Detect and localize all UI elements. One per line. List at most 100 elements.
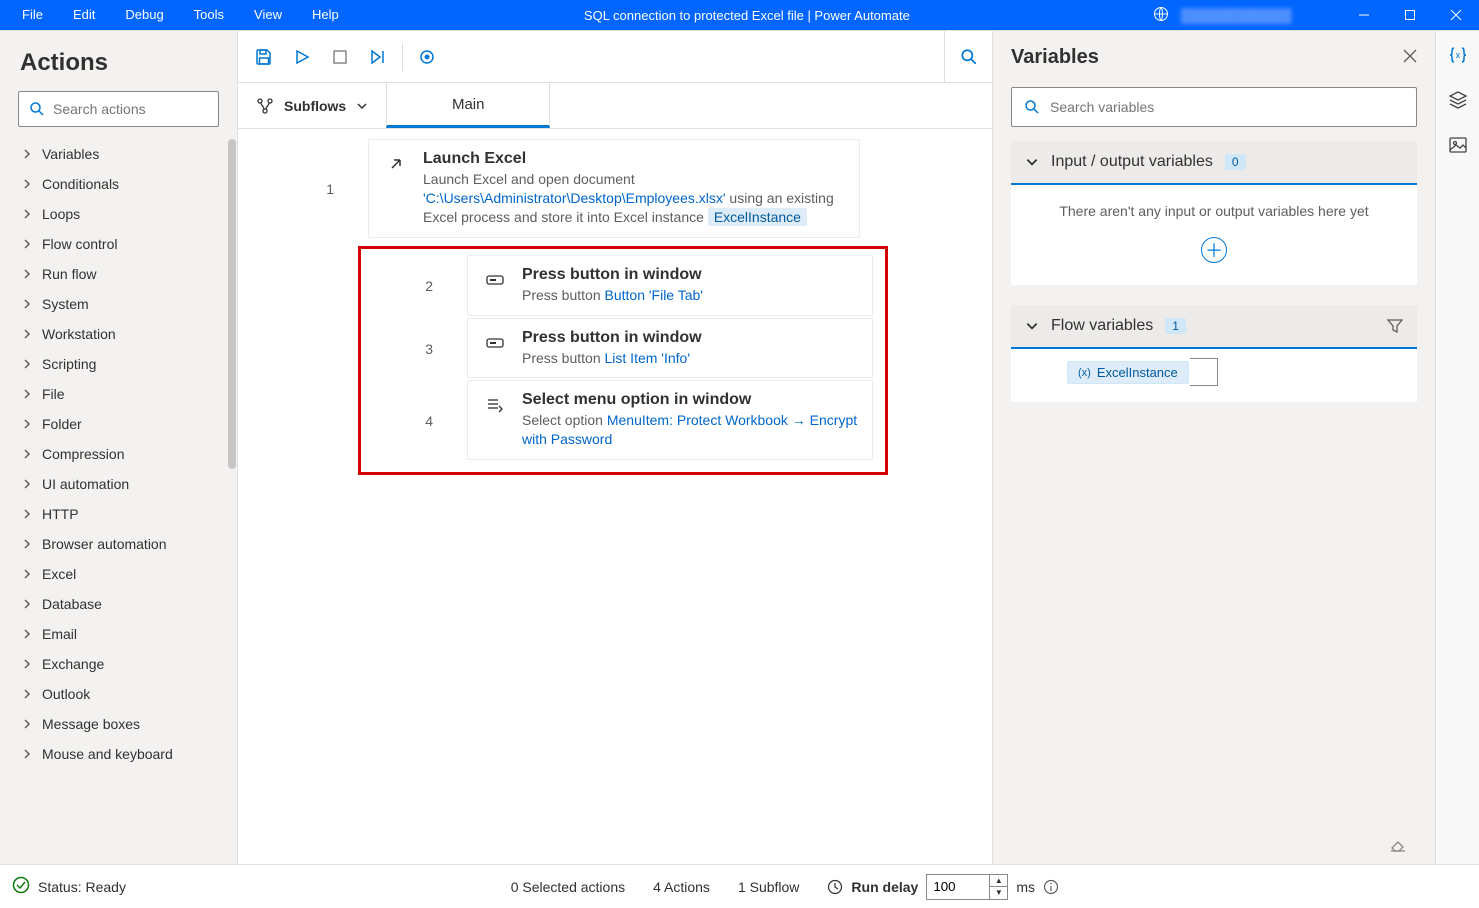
tab-main[interactable]: Main	[386, 83, 550, 128]
variable-icon: (x)	[1078, 367, 1091, 379]
step-title: Press button in window	[522, 329, 858, 347]
rail-images-button[interactable]	[1448, 135, 1468, 158]
variables-search-box[interactable]	[1011, 87, 1417, 127]
menu-edit[interactable]: Edit	[59, 0, 109, 30]
run-button[interactable]	[284, 39, 320, 75]
actions-search-box[interactable]	[18, 91, 219, 127]
actions-search-input[interactable]	[53, 92, 234, 126]
io-variables-header[interactable]: Input / output variables 0	[1011, 141, 1417, 185]
add-io-variable-button[interactable]: ＋	[1201, 237, 1227, 263]
info-icon[interactable]	[1043, 879, 1059, 895]
svg-text:x: x	[1455, 50, 1460, 60]
tree-item-label: Message boxes	[42, 716, 140, 732]
clock-icon	[827, 879, 843, 895]
chevron-right-icon	[22, 239, 32, 249]
variables-panel: Variables Input / output variables 0 The…	[993, 31, 1435, 864]
flow-variables-header[interactable]: Flow variables 1	[1011, 305, 1417, 349]
variables-title: Variables	[1011, 46, 1099, 69]
designer-search-button[interactable]	[944, 31, 992, 82]
designer-panel: Subflows Main 1 Launch Excel Launch Exce…	[238, 31, 993, 864]
rail-layers-button[interactable]	[1448, 90, 1468, 113]
actions-tree-item[interactable]: Loops	[0, 199, 237, 229]
save-button[interactable]	[246, 39, 282, 75]
tree-item-label: Variables	[42, 146, 99, 162]
actions-tree-item[interactable]: Variables	[0, 139, 237, 169]
step-description: Press button List Item 'Info'	[522, 349, 858, 368]
chevron-right-icon	[22, 329, 32, 339]
flow-step[interactable]: 1 Launch Excel Launch Excel and open doc…	[238, 139, 992, 240]
variables-search-input[interactable]	[1050, 99, 1404, 115]
chevron-right-icon	[22, 449, 32, 459]
actions-tree-item[interactable]: Mouse and keyboard	[0, 739, 237, 769]
flow-step[interactable]: 2 Press button in window Press button Bu…	[373, 255, 873, 318]
tree-item-label: Loops	[42, 206, 80, 222]
variable-value-box	[1190, 358, 1218, 386]
step-button[interactable]	[360, 39, 396, 75]
search-icon	[29, 101, 45, 117]
tree-item-label: Mouse and keyboard	[42, 746, 173, 762]
actions-tree-item[interactable]: Flow control	[0, 229, 237, 259]
menu-help[interactable]: Help	[298, 0, 353, 30]
tree-item-label: Flow control	[42, 236, 117, 252]
flow-step[interactable]: 4 Select menu option in window Select op…	[373, 380, 873, 462]
environment-icon[interactable]	[1141, 6, 1181, 25]
run-delay-input[interactable]	[926, 874, 990, 900]
actions-tree-item[interactable]: Database	[0, 589, 237, 619]
actions-tree-item[interactable]: Excel	[0, 559, 237, 589]
actions-tree-item[interactable]: File	[0, 379, 237, 409]
flow-variable-chip[interactable]: (x) ExcelInstance	[1067, 361, 1189, 384]
actions-tree-item[interactable]: Exchange	[0, 649, 237, 679]
tree-item-label: Run flow	[42, 266, 96, 282]
flow-step[interactable]: 3 Press button in window Press button Li…	[373, 318, 873, 381]
actions-tree-item[interactable]: Scripting	[0, 349, 237, 379]
menu-icon	[482, 391, 508, 449]
stop-button[interactable]	[322, 39, 358, 75]
tree-item-label: HTTP	[42, 506, 79, 522]
chevron-right-icon	[22, 419, 32, 429]
eraser-icon[interactable]	[1389, 835, 1407, 856]
chevron-right-icon	[22, 599, 32, 609]
minimize-button[interactable]	[1341, 0, 1387, 30]
variable-chip: ExcelInstance	[708, 208, 807, 226]
actions-tree-item[interactable]: Browser automation	[0, 529, 237, 559]
actions-tree-item[interactable]: Run flow	[0, 259, 237, 289]
chevron-right-icon	[22, 659, 32, 669]
actions-tree-item[interactable]: HTTP	[0, 499, 237, 529]
title-bar: File Edit Debug Tools View Help SQL conn…	[0, 0, 1479, 30]
menu-file[interactable]: File	[8, 0, 57, 30]
search-icon	[1024, 99, 1040, 115]
actions-tree-item[interactable]: System	[0, 289, 237, 319]
flow-variables-body: (x) ExcelInstance	[1011, 349, 1417, 402]
close-variables-button[interactable]	[1403, 49, 1417, 66]
rail-variables-button[interactable]: x	[1448, 45, 1468, 68]
filter-icon[interactable]	[1387, 318, 1403, 334]
maximize-button[interactable]	[1387, 0, 1433, 30]
actions-tree-item[interactable]: Message boxes	[0, 709, 237, 739]
menu-tools[interactable]: Tools	[180, 0, 238, 30]
button-icon	[482, 266, 508, 305]
run-delay-unit: ms	[1016, 879, 1035, 895]
menu-debug[interactable]: Debug	[111, 0, 177, 30]
flow-canvas[interactable]: 1 Launch Excel Launch Excel and open doc…	[238, 129, 992, 864]
actions-tree-item[interactable]: Folder	[0, 409, 237, 439]
io-variables-body: There aren't any input or output variabl…	[1011, 185, 1417, 285]
actions-tree-item[interactable]: UI automation	[0, 469, 237, 499]
chevron-down-icon	[356, 100, 368, 112]
close-button[interactable]	[1433, 0, 1479, 30]
chevron-down-icon	[1025, 155, 1039, 169]
actions-tree-item[interactable]: Conditionals	[0, 169, 237, 199]
actions-tree-item[interactable]: Workstation	[0, 319, 237, 349]
actions-tree-item[interactable]: Compression	[0, 439, 237, 469]
subflows-dropdown[interactable]: Subflows	[238, 83, 386, 128]
actions-tree: Variables Conditionals Loops Flow control Ru…	[0, 139, 237, 864]
run-delay-spinner[interactable]: ▲▼	[990, 874, 1008, 900]
io-variables-title: Input / output variables	[1051, 153, 1213, 171]
chevron-right-icon	[22, 719, 32, 729]
right-rail: x	[1435, 31, 1479, 864]
designer-toolbar	[238, 31, 992, 83]
record-button[interactable]	[409, 39, 445, 75]
actions-tree-item[interactable]: Email	[0, 619, 237, 649]
menu-view[interactable]: View	[240, 0, 296, 30]
actions-scrollbar[interactable]	[228, 139, 236, 469]
actions-tree-item[interactable]: Outlook	[0, 679, 237, 709]
